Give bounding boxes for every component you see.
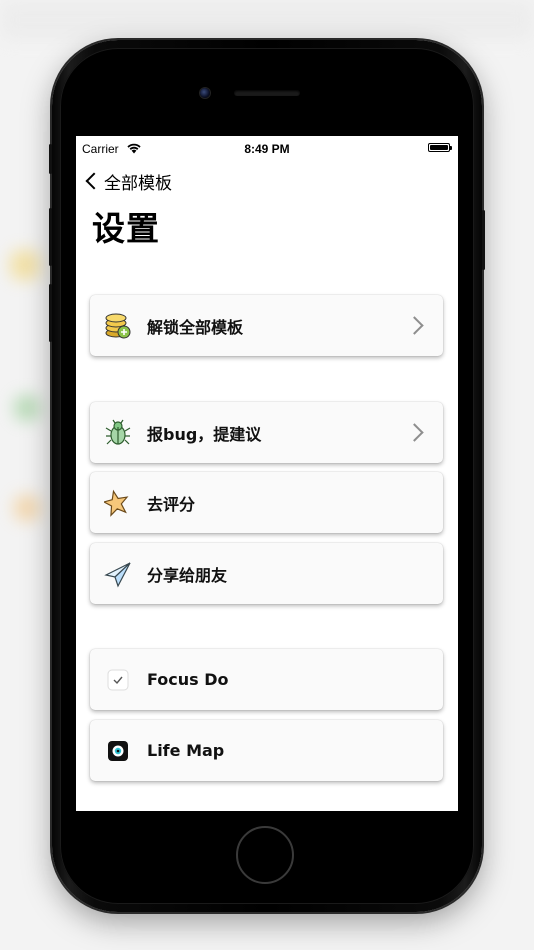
chevron-right-icon [405, 316, 424, 335]
settings-item-focus-do[interactable]: Focus Do [90, 649, 443, 710]
star-icon [104, 489, 132, 517]
bug-icon [104, 419, 132, 447]
settings-item-rate[interactable]: 去评分 [90, 472, 443, 533]
power-button [482, 210, 485, 270]
settings-item-label: 去评分 [147, 494, 196, 514]
paper-plane-icon [104, 560, 132, 588]
settings-item-label: Focus Do [147, 670, 229, 689]
settings-item-unlock-templates[interactable]: 解锁全部模板 [90, 295, 443, 356]
settings-item-share[interactable]: 分享给朋友 [90, 543, 443, 604]
battery-level [430, 145, 448, 150]
settings-item-label: 解锁全部模板 [147, 317, 244, 337]
app-screen: Carrier 8:49 PM 全部模板 设置 解锁全部模板 报bug，提建议 … [76, 136, 458, 811]
settings-item-label: 报bug，提建议 [147, 424, 262, 444]
settings-item-life-map[interactable]: Life Map [90, 720, 443, 781]
front-camera [200, 88, 210, 98]
focus-do-app-icon [104, 666, 132, 694]
page-title: 设置 [92, 209, 160, 248]
status-bar: Carrier 8:49 PM [76, 136, 458, 160]
phone-frame: Carrier 8:49 PM 全部模板 设置 解锁全部模板 报bug，提建议 … [49, 40, 485, 912]
background-blur [10, 250, 40, 280]
settings-item-label: 分享给朋友 [147, 565, 228, 585]
settings-item-report-bug[interactable]: 报bug，提建议 [90, 402, 443, 463]
chevron-right-icon [405, 423, 424, 442]
background-blur [14, 395, 40, 421]
chevron-left-icon [85, 172, 103, 190]
background-blur [14, 495, 40, 521]
back-label: 全部模板 [104, 173, 172, 194]
mute-switch [49, 144, 52, 174]
back-button[interactable]: 全部模板 [84, 170, 172, 194]
volume-up-button [49, 208, 52, 266]
home-button[interactable] [236, 826, 294, 884]
background-blur [0, 0, 534, 40]
status-time: 8:49 PM [244, 142, 290, 156]
battery-icon [428, 143, 452, 152]
coins-unlock-icon [104, 312, 132, 340]
settings-item-label: Life Map [147, 741, 225, 760]
volume-down-button [49, 284, 52, 342]
life-map-app-icon [104, 737, 132, 765]
earpiece-speaker [234, 90, 300, 96]
